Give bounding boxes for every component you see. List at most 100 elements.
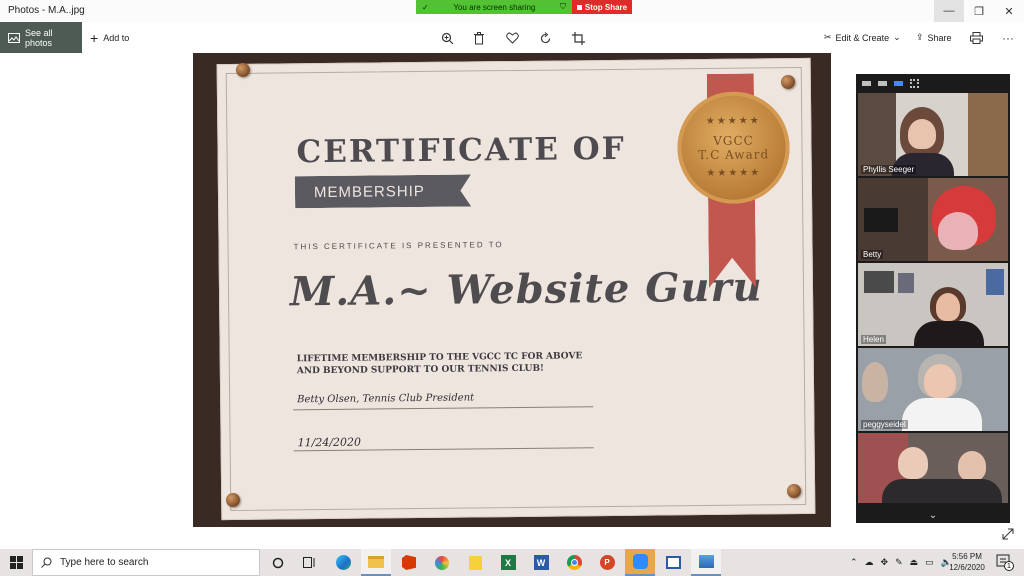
- notification-center-icon[interactable]: 1: [996, 554, 1014, 571]
- expand-icon[interactable]: [1001, 527, 1015, 541]
- crop-icon[interactable]: [570, 30, 586, 46]
- zoom-icon[interactable]: [439, 30, 455, 46]
- taskbar-search[interactable]: Type here to search: [32, 549, 260, 576]
- search-placeholder: Type here to search: [60, 557, 149, 568]
- favorite-icon[interactable]: [504, 30, 520, 46]
- photos-icon: [8, 32, 20, 43]
- seal-stars-bottom: ★★★★★: [706, 167, 762, 179]
- windows-icon: [9, 556, 23, 569]
- speaker-view-icon[interactable]: [894, 80, 903, 86]
- file-explorer-icon[interactable]: [361, 549, 391, 576]
- system-tray: ⌃ ☁ ✥ ✎ ⏏ ▭ 🔈: [850, 549, 952, 576]
- certificate-title: CERTIFICATE OF: [296, 130, 626, 171]
- participant-tile[interactable]: [858, 433, 1008, 503]
- participant-face: [936, 293, 960, 321]
- word-icon[interactable]: W: [526, 549, 556, 576]
- second-participant: [862, 362, 888, 402]
- share-button[interactable]: ⇪ Share: [916, 22, 952, 53]
- photo-viewer-image: CERTIFICATE OF MEMBERSHIP THIS CERTIFICA…: [193, 53, 831, 527]
- chevron-down-icon: ⌄: [893, 32, 901, 42]
- participant-name: peggyseidel: [861, 420, 908, 429]
- stop-share-button[interactable]: Stop Share: [572, 0, 632, 14]
- participant-tile[interactable]: Helen: [858, 263, 1008, 346]
- background-cabinet: [968, 93, 1008, 176]
- participant-face: [898, 447, 928, 479]
- dropbox-icon[interactable]: ✥: [881, 557, 889, 568]
- background-frame: [864, 271, 894, 293]
- participant-tile[interactable]: Betty: [858, 178, 1008, 261]
- zoom-gallery-panel: Phyllis Seeger Betty Helen peggyseidel ⌄: [856, 74, 1010, 523]
- taskbar-clock[interactable]: 5:56 PM 12/6/2020: [943, 551, 991, 573]
- zoom-app-icon[interactable]: [625, 549, 655, 576]
- award-seal: ★★★★★ VGCC T.C Award ★★★★★: [676, 91, 791, 205]
- excel-icon[interactable]: X: [493, 549, 523, 576]
- plus-icon: +: [90, 29, 99, 46]
- powerpoint-icon[interactable]: P: [592, 549, 622, 576]
- cloud-icon[interactable]: ☁: [865, 557, 874, 568]
- paint-icon[interactable]: [427, 549, 457, 576]
- pen-icon[interactable]: ✎: [895, 557, 903, 568]
- certificate-description: LIFETIME MEMBERSHIP TO THE VGCC TC FOR A…: [296, 351, 583, 377]
- print-icon[interactable]: [968, 30, 984, 46]
- more-participants-icon[interactable]: ⌄: [856, 510, 1010, 521]
- participant-body: [902, 398, 982, 431]
- seal-award-text: T.C Award: [698, 147, 770, 163]
- share-status-text: You are screen sharing: [453, 2, 536, 12]
- minimize-button[interactable]: —: [934, 0, 964, 22]
- add-to-label: Add to: [103, 32, 130, 43]
- network-icon[interactable]: ▭: [925, 557, 934, 568]
- window-title: Photos - M.A..jpg: [8, 5, 85, 16]
- add-to-button[interactable]: + Add to: [90, 22, 129, 53]
- zoom-view-controls: [856, 74, 1010, 92]
- meeting-icon[interactable]: [658, 549, 688, 576]
- see-all-photos-button[interactable]: See all photos: [0, 22, 82, 53]
- sticky-notes-icon[interactable]: [460, 549, 490, 576]
- participant-face: [908, 119, 936, 149]
- participant-tile[interactable]: peggyseidel: [858, 348, 1008, 431]
- cortana-icon[interactable]: [263, 549, 293, 576]
- rotate-icon[interactable]: [537, 30, 553, 46]
- task-view-icon[interactable]: [294, 549, 324, 576]
- pin-top-left: [236, 63, 250, 77]
- clock-date: 12/6/2020: [949, 563, 985, 572]
- signature: Betty Olsen, Tennis Club President: [297, 392, 475, 406]
- stop-icon: [576, 4, 582, 10]
- background-shelf: [858, 93, 896, 176]
- edit-create-label: Edit & Create: [835, 32, 890, 43]
- seal-vgcc-text: VGCC: [713, 133, 754, 148]
- photos-app-icon[interactable]: [691, 549, 721, 576]
- notification-count: 1: [1004, 561, 1014, 571]
- screen-share-status[interactable]: ✓ You are screen sharing ⛉: [416, 0, 572, 14]
- edit-create-icon: ✂: [824, 32, 832, 42]
- chrome-icon[interactable]: [559, 549, 589, 576]
- participant-face: [938, 212, 978, 250]
- maximize-button[interactable]: ❐: [964, 0, 994, 22]
- edit-create-button[interactable]: ✂ Edit & Create ⌄: [824, 22, 901, 53]
- search-icon: [41, 557, 52, 568]
- maximize-icon: ❐: [974, 5, 984, 18]
- pin-top-right: [781, 75, 795, 89]
- office-icon[interactable]: [394, 549, 424, 576]
- close-button[interactable]: ✕: [994, 0, 1024, 22]
- edge-icon[interactable]: [328, 549, 358, 576]
- usb-icon[interactable]: ⏏: [910, 557, 919, 568]
- participant-tile[interactable]: Phyllis Seeger: [858, 93, 1008, 176]
- more-icon[interactable]: ···: [1000, 30, 1016, 46]
- chevron-up-icon[interactable]: ⌃: [850, 557, 858, 568]
- seal-stars-top: ★★★★★: [705, 115, 761, 128]
- see-all-label: See all photos: [24, 27, 53, 48]
- background-frame: [986, 269, 1004, 295]
- gallery-view-icon[interactable]: [910, 78, 919, 88]
- pin-bottom-right: [787, 484, 801, 498]
- participant-name: Helen: [861, 335, 886, 344]
- windows-taskbar: Type here to search X W P ⌃ ☁ ✥ ✎ ⏏ ▭ 🔈 …: [0, 549, 1024, 576]
- stop-share-label: Stop Share: [584, 2, 628, 12]
- minimize-view-icon[interactable]: [862, 80, 871, 86]
- delete-icon[interactable]: [471, 30, 487, 46]
- background-tv: [864, 208, 898, 232]
- background-frame: [898, 273, 914, 293]
- start-button[interactable]: [0, 549, 32, 576]
- clock-time: 5:56 PM: [952, 552, 982, 561]
- second-participant: [958, 451, 986, 481]
- hide-video-icon[interactable]: [878, 80, 887, 86]
